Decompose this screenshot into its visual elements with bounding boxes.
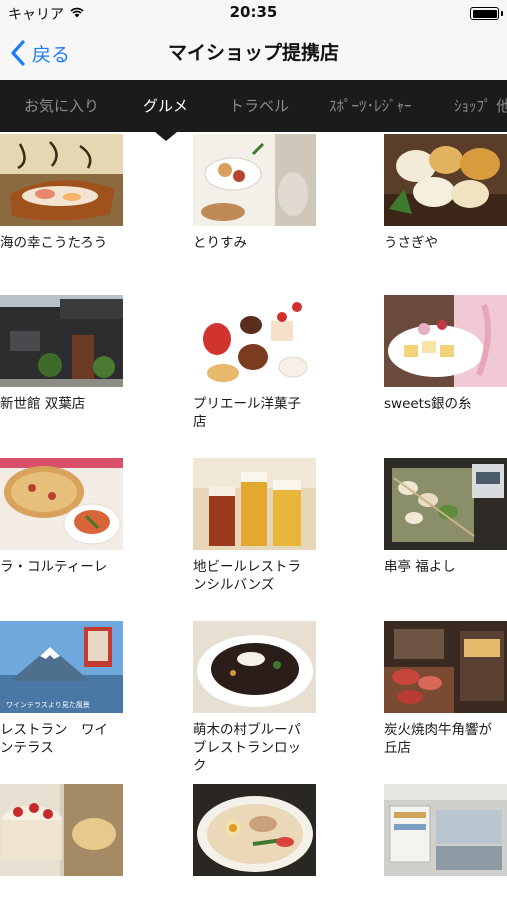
cake-photo: [0, 784, 123, 876]
navigation-bar: マイショップ提携店 戻る: [0, 26, 507, 80]
back-button[interactable]: 戻る: [10, 36, 70, 70]
curry-rice-photo: [193, 621, 316, 713]
shop-name: 海の幸こうたろう: [0, 235, 108, 251]
shop-name: 地ビールレストランシルバンズ: [193, 559, 301, 593]
tab-shop-other[interactable]: ｼｮｯﾌﾟ 他: [454, 80, 507, 132]
tab-favorites[interactable]: お気に入り: [24, 80, 99, 132]
shop-item[interactable]: [384, 784, 507, 884]
shop-name: 串亭 福よし: [384, 559, 456, 575]
craft-beer-photo: [193, 458, 316, 550]
shop-name: うさぎや: [384, 235, 438, 251]
yakitori-skewers-photo: [384, 458, 507, 550]
chevron-left-icon: [11, 40, 25, 66]
japanese-sweets-photo: [384, 134, 507, 226]
battery-icon: [470, 7, 499, 20]
shop-name: sweets銀の糸: [384, 396, 472, 412]
shop-item[interactable]: 新世館 双葉店: [0, 295, 132, 413]
shop-item[interactable]: 海の幸こうたろう: [0, 134, 132, 252]
shop-item[interactable]: うさぎや: [384, 134, 507, 252]
shop-item[interactable]: ラ・コルティーレ: [0, 458, 132, 576]
pastry-plate-photo: [384, 295, 507, 387]
shop-name: 萌木の村ブルーパブレストランロック: [193, 722, 301, 774]
shop-item[interactable]: プリエール洋菓子店: [193, 295, 325, 431]
yakiniku-restaurant-photo: [384, 621, 507, 713]
back-button-label: 戻る: [32, 43, 71, 66]
shop-item[interactable]: 串亭 福よし: [384, 458, 507, 576]
shop-item[interactable]: 地ビールレストランシルバンズ: [193, 458, 325, 594]
clock: 20:35: [229, 3, 278, 21]
category-tab-bar: お気に入り グルメ トラベル ｽﾎﾟｰﾂ･ﾚｼﾞｬｰ ｼｮｯﾌﾟ 他: [0, 80, 507, 132]
photo-caption: ワインテラスより見た風景: [6, 701, 90, 709]
selected-tab-indicator: [155, 132, 177, 141]
pizza-pasta-photo: [0, 458, 123, 550]
shop-name: 炭火焼肉牛角響が丘店: [384, 722, 492, 756]
chicken-dishes-photo: [193, 134, 316, 226]
ramen-bowl-photo: [193, 784, 316, 876]
shop-grid: 海の幸こうたろう とりすみ うさぎや 新世館 双葉店 プリエール洋菓子店 swe…: [0, 132, 507, 900]
shop-interior-photo: [384, 784, 507, 876]
shop-item[interactable]: [193, 784, 325, 884]
seafood-platter-photo: [0, 134, 123, 226]
shop-name: 新世館 双葉店: [0, 396, 86, 412]
tab-sports-leisure[interactable]: ｽﾎﾟｰﾂ･ﾚｼﾞｬｰ: [329, 80, 412, 132]
status-bar: キャリア 20:35: [0, 0, 507, 26]
shop-name: とりすみ: [193, 235, 247, 251]
shop-item[interactable]: とりすみ: [193, 134, 325, 252]
shop-name: ラ・コルティーレ: [0, 559, 108, 575]
shop-name: プリエール洋菓子店: [193, 396, 301, 430]
shop-item[interactable]: 炭火焼肉牛角響が丘店: [384, 621, 507, 757]
tab-travel[interactable]: トラベル: [229, 80, 289, 132]
page-title: マイショップ提携店: [167, 42, 339, 64]
shop-item[interactable]: ワインテラスより見た風景 レストラン ワインテラス: [0, 621, 132, 757]
shop-item[interactable]: sweets銀の糸: [384, 295, 507, 413]
cakes-display-photo: [193, 295, 316, 387]
shop-name: レストラン ワインテラス: [0, 722, 108, 756]
shop-item[interactable]: [0, 784, 132, 884]
mount-fuji-terrace-photo: ワインテラスより見た風景: [0, 621, 123, 713]
tab-gourmet[interactable]: グルメ: [143, 80, 188, 132]
shop-item[interactable]: 萌木の村ブルーパブレストランロック: [193, 621, 325, 775]
restaurant-building-photo: [0, 295, 123, 387]
